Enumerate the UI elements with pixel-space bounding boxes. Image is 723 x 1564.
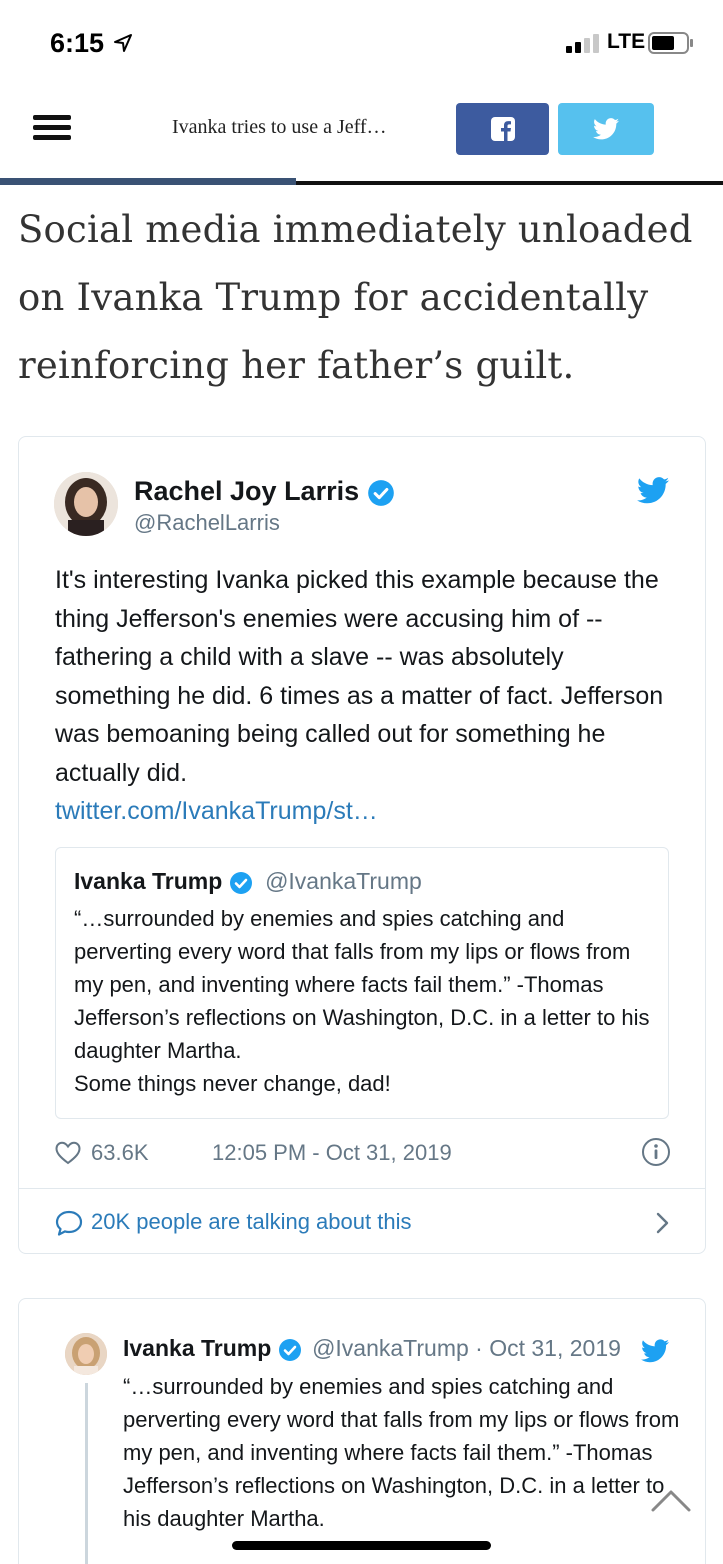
tweet2-author-name[interactable]: Ivanka Trump: [123, 1335, 271, 1361]
scroll-to-top-icon[interactable]: [648, 1480, 694, 1520]
verified-badge-icon: [229, 871, 252, 894]
like-count[interactable]: 63.6K: [91, 1140, 149, 1166]
verified-badge-icon: [278, 1338, 301, 1361]
tweet-link[interactable]: twitter.com/IvankaTrump/st…: [55, 792, 675, 831]
article-header: Ivanka tries to use a Jeff…: [0, 88, 723, 184]
quoted-tweet-text: “…surrounded by enemies and spies catchi…: [74, 902, 654, 1100]
home-indicator[interactable]: [232, 1541, 491, 1550]
location-arrow-icon: [114, 34, 132, 52]
tweet-author-handle[interactable]: @RachelLarris: [134, 510, 280, 536]
network-type: LTE: [607, 30, 646, 53]
facebook-share-button[interactable]: [456, 103, 549, 155]
divider: [19, 1188, 705, 1189]
heart-icon[interactable]: [55, 1141, 81, 1165]
battery-icon: [648, 32, 693, 54]
embedded-tweet-2[interactable]: Ivanka Trump @IvankaTrump · Oct 31, 2019…: [18, 1298, 706, 1564]
quoted-tweet-body-2: Some things never change, dad!: [74, 1071, 391, 1096]
twitter-bird-icon[interactable]: [637, 477, 669, 504]
twitter-bird-icon: [593, 118, 619, 140]
tweet2-author-handle[interactable]: @IvankaTrump · Oct 31, 2019: [312, 1335, 621, 1361]
conversation-count: 20K people are talking about this: [91, 1209, 412, 1234]
speech-bubble-icon: [55, 1210, 83, 1236]
tweet-text: It's interesting Ivanka picked this exam…: [55, 566, 664, 787]
tweet-author-name[interactable]: Rachel Joy Larris: [134, 476, 395, 507]
status-time: 6:15: [50, 28, 105, 58]
menu-icon[interactable]: [33, 115, 71, 141]
verified-badge-icon: [367, 480, 394, 506]
quoted-tweet[interactable]: Ivanka Trump @IvankaTrump “…surrounded b…: [55, 847, 669, 1119]
avatar[interactable]: [65, 1333, 107, 1375]
tweet2-header: Ivanka Trump @IvankaTrump · Oct 31, 2019: [123, 1335, 621, 1362]
quoted-author-name: Ivanka Trump: [74, 868, 223, 894]
chevron-right-icon: [656, 1212, 669, 1234]
twitter-bird-icon[interactable]: [641, 1339, 669, 1363]
tweet-author-name-text: Rachel Joy Larris: [134, 476, 360, 506]
thread-line: [85, 1383, 88, 1564]
tweet-body: It's interesting Ivanka picked this exam…: [55, 561, 675, 831]
twitter-share-button[interactable]: [558, 103, 654, 155]
cell-signal-icon: [566, 34, 599, 53]
tweet2-text: “…surrounded by enemies and spies catchi…: [123, 1374, 680, 1531]
quoted-tweet-body: “…surrounded by enemies and spies catchi…: [74, 906, 650, 1063]
avatar[interactable]: [54, 472, 118, 536]
status-bar: 6:15 LTE: [0, 0, 723, 88]
quoted-author-handle: @IvankaTrump: [265, 868, 422, 894]
embedded-tweet[interactable]: Rachel Joy Larris @RachelLarris It's int…: [18, 436, 706, 1254]
article-paragraph: Social media immediately unloaded on Iva…: [18, 208, 693, 387]
tweet-meta: 63.6K 12:05 PM - Oct 31, 2019: [55, 1137, 671, 1169]
conversation-link[interactable]: 20K people are talking about this: [55, 1207, 671, 1239]
info-icon[interactable]: [641, 1137, 671, 1167]
quoted-tweet-header: Ivanka Trump @IvankaTrump: [74, 868, 422, 895]
tweet-timestamp[interactable]: 12:05 PM - Oct 31, 2019: [212, 1140, 452, 1166]
facebook-icon: [490, 117, 515, 141]
reading-progress-bar: [0, 178, 297, 185]
article-short-title: Ivanka tries to use a Jeff…: [172, 116, 387, 138]
